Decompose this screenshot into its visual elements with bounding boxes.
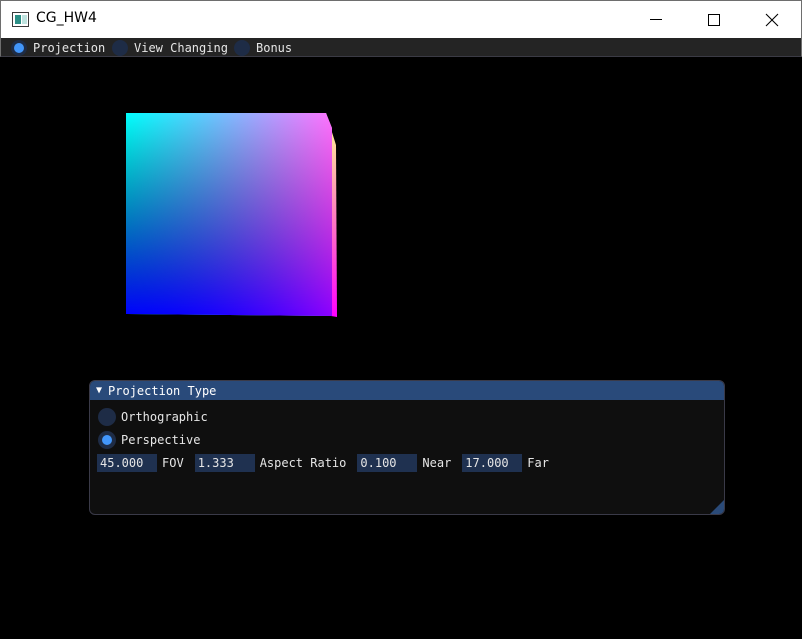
fov-input[interactable]: 45.000 <box>97 454 157 472</box>
radio-projection[interactable] <box>11 39 27 56</box>
label-perspective: Perspective <box>121 433 201 447</box>
radio-perspective[interactable] <box>98 431 116 449</box>
fov-label: FOV <box>162 456 184 470</box>
option-perspective[interactable]: Perspective <box>98 431 200 449</box>
far-label: Far <box>527 456 549 470</box>
menu-label-projection: Projection <box>33 40 106 55</box>
menu-label-view-changing: View Changing <box>134 40 228 55</box>
projection-type-panel: ▼ Projection Type Orthographic Perspecti… <box>89 380 725 515</box>
option-orthographic[interactable]: Orthographic <box>98 408 208 426</box>
radio-bonus[interactable] <box>234 39 250 56</box>
resize-grip-icon[interactable] <box>710 500 724 514</box>
window-app-icon <box>12 12 29 27</box>
render-viewport[interactable] <box>0 57 802 639</box>
aspect-ratio-input[interactable]: 1.333 <box>194 454 255 472</box>
menu-item-projection[interactable]: Projection <box>11 38 105 57</box>
radio-orthographic[interactable] <box>98 408 116 426</box>
near-input[interactable]: 0.100 <box>357 454 418 472</box>
window-title: CG_HW4 <box>36 10 97 26</box>
far-input[interactable]: 17.000 <box>462 454 523 472</box>
menu-item-view-changing[interactable]: View Changing <box>112 38 228 57</box>
close-button[interactable] <box>743 1 801 39</box>
menu-item-bonus[interactable]: Bonus <box>234 38 292 57</box>
near-label: Near <box>422 456 452 470</box>
minimize-button[interactable] <box>627 1 685 39</box>
maximize-icon <box>708 14 720 26</box>
close-icon <box>765 13 779 27</box>
window-title-bar[interactable]: CG_HW4 <box>0 0 802 38</box>
rendered-cube <box>126 113 337 317</box>
projection-fields-row: 45.000 FOV 1.333 Aspect Ratio 0.100 Near… <box>97 454 560 472</box>
menu-label-bonus: Bonus <box>256 40 293 55</box>
maximize-button[interactable] <box>685 1 743 39</box>
panel-title: Projection Type <box>108 383 217 398</box>
collapse-arrow-icon[interactable]: ▼ <box>96 385 102 396</box>
aspect-ratio-label: Aspect Ratio <box>259 456 347 470</box>
panel-header[interactable]: ▼ Projection Type <box>90 381 724 400</box>
radio-view-changing[interactable] <box>112 39 128 56</box>
main-menu-bar: Projection View Changing Bonus <box>0 38 802 57</box>
minimize-icon <box>650 19 662 20</box>
label-orthographic: Orthographic <box>121 410 208 424</box>
